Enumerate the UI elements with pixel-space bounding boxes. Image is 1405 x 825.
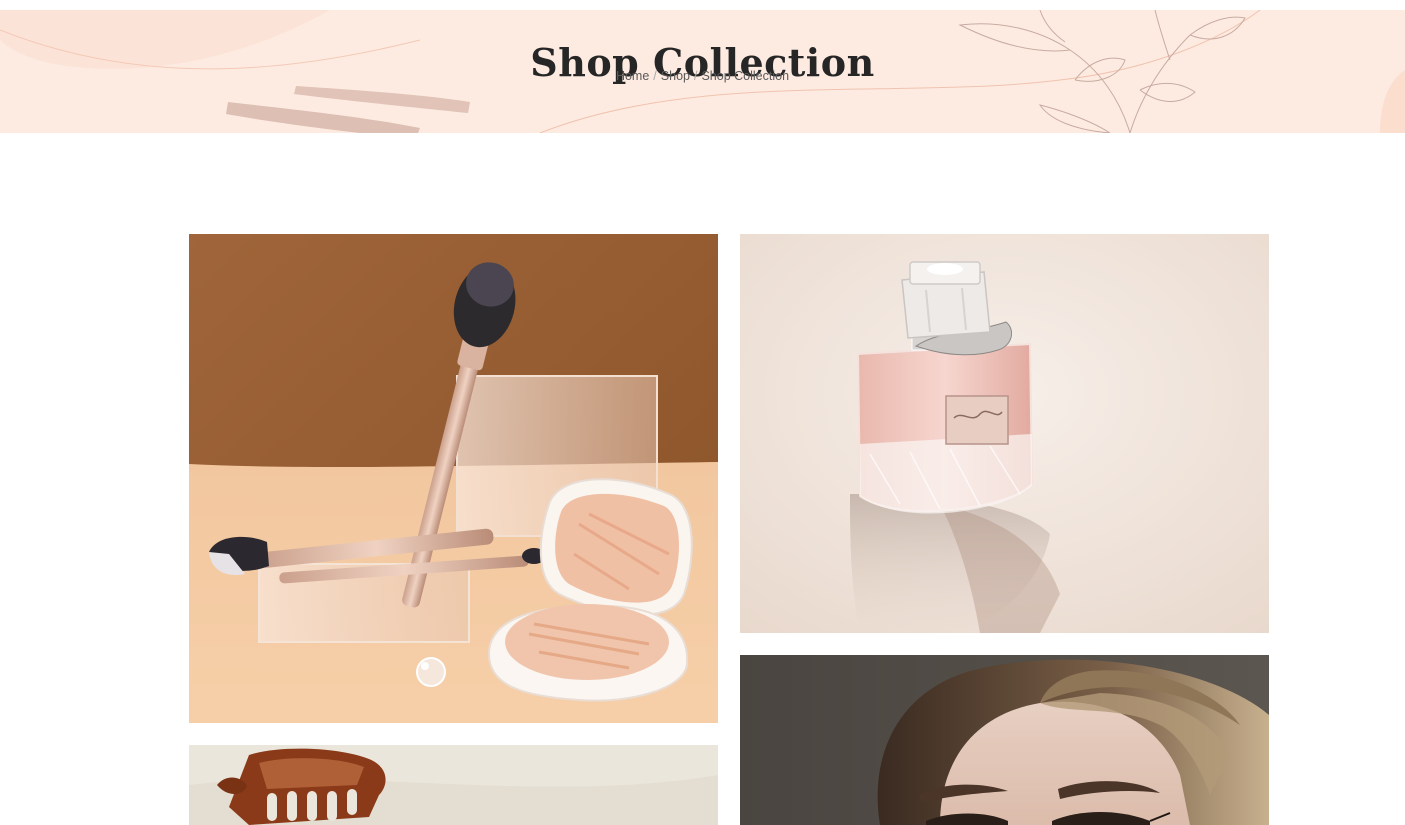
perfume-bottle-image [740, 234, 1269, 633]
makeup-brushes-image [189, 234, 718, 723]
breadcrumb-shop-link[interactable]: Shop [661, 69, 690, 83]
breadcrumb: Home / Shop / Shop Collection [0, 68, 1405, 84]
breadcrumb-separator: / [693, 69, 698, 83]
top-spacer [0, 0, 1405, 10]
breadcrumb-separator: / [653, 69, 657, 83]
gallery-tile-makeup[interactable] [189, 234, 718, 723]
gallery-tile-hair-clip[interactable] [189, 745, 718, 825]
breadcrumb-home-link[interactable]: Home [616, 69, 649, 83]
gallery-tile-perfume[interactable] [740, 234, 1269, 633]
model-portrait-image [740, 655, 1269, 825]
hair-clip-image [189, 745, 718, 825]
page-hero-banner: Shop Collection Home / Shop / Shop Collectio… [0, 10, 1405, 133]
breadcrumb-current: Shop Collection [701, 69, 790, 83]
gallery-tile-portrait[interactable] [740, 655, 1269, 825]
